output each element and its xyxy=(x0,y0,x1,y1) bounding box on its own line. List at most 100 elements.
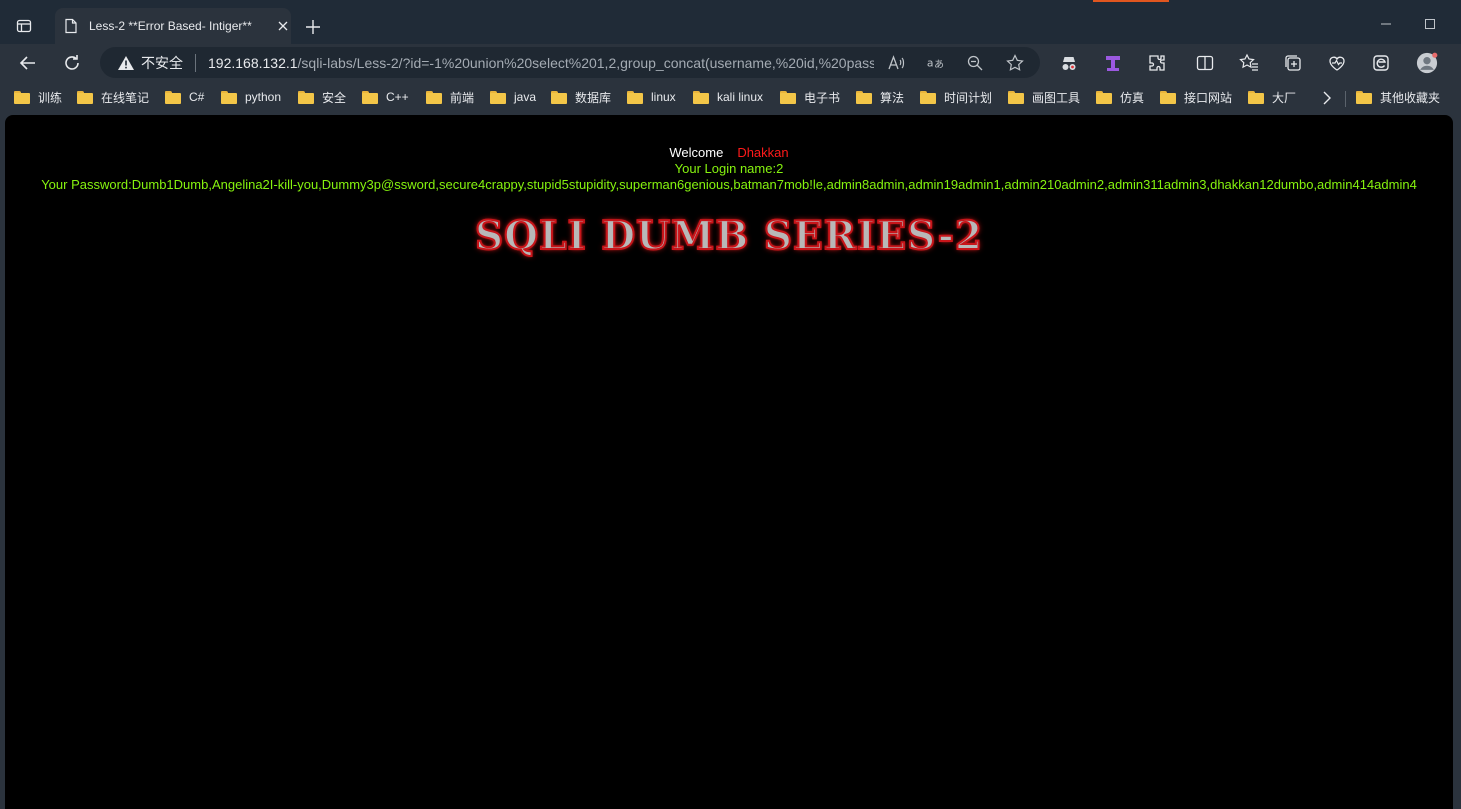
folder-icon xyxy=(780,90,796,104)
folder-icon xyxy=(14,90,30,104)
chevron-right-icon[interactable] xyxy=(1318,89,1336,107)
bookmark-label: 画图工具 xyxy=(1032,90,1081,105)
bookmark-label: 时间计划 xyxy=(944,90,993,105)
bookmark-label: python xyxy=(245,90,282,104)
login-name-text: Your Login name:2 xyxy=(674,161,784,176)
folder-icon xyxy=(1356,90,1372,104)
url-text[interactable]: 192.168.132.1/sqli-labs/Less-2/?id=-1%20… xyxy=(208,55,874,71)
collections-icon[interactable] xyxy=(1282,52,1304,74)
extension-purple-icon[interactable] xyxy=(1102,52,1124,74)
title-bar: Less-2 **Error Based- Intiger** xyxy=(0,0,1461,44)
welcome-line: Welcome Dhakkan xyxy=(5,145,1453,160)
folder-icon xyxy=(77,90,93,104)
profile-avatar-icon[interactable] xyxy=(1416,52,1438,74)
folder-icon xyxy=(856,90,872,104)
bookmark-folder[interactable]: 仿真 xyxy=(1096,88,1144,106)
bookmark-folder[interactable]: kali linux xyxy=(693,88,763,106)
extensions-icon[interactable] xyxy=(1146,52,1168,74)
password-text: Your Password:Dumb1Dumb,Angelina2I-kill-… xyxy=(41,177,1417,192)
bookmark-folder[interactable]: 接口网站 xyxy=(1160,88,1232,106)
page-viewport: Welcome Dhakkan Your Login name:2 Your Pa… xyxy=(5,115,1453,809)
other-bookmarks-folder[interactable]: 其他收藏夹 xyxy=(1356,88,1440,106)
bookmark-label: kali linux xyxy=(717,90,764,104)
split-screen-icon[interactable] xyxy=(1194,52,1216,74)
folder-icon xyxy=(490,90,506,104)
new-tab-icon[interactable] xyxy=(302,16,324,38)
folder-icon xyxy=(426,90,442,104)
folder-icon xyxy=(920,90,936,104)
translate-icon[interactable]: aあ xyxy=(926,54,944,72)
bookmarks-bar: 训练 在线笔记 C# python 安全 C++ 前端 java 数据库 lin… xyxy=(0,82,1461,112)
minimize-icon[interactable] xyxy=(1376,14,1396,34)
window-accent xyxy=(1093,0,1169,2)
svg-text:あ: あ xyxy=(934,59,944,71)
bookmark-folder[interactable]: 训练 xyxy=(14,88,62,106)
bookmark-label: 电子书 xyxy=(804,90,841,105)
tab-actions-icon[interactable] xyxy=(12,14,36,38)
bookmark-label: C++ xyxy=(386,90,409,104)
tab-title: Less-2 **Error Based- Intiger** xyxy=(89,19,252,33)
read-aloud-icon[interactable] xyxy=(887,54,905,72)
refresh-icon[interactable] xyxy=(60,51,84,75)
folder-icon xyxy=(221,90,237,104)
welcome-label: Welcome xyxy=(669,145,724,160)
other-bookmarks-label: 其他收藏夹 xyxy=(1380,90,1441,105)
page-icon xyxy=(63,18,79,34)
security-label[interactable]: 不安全 xyxy=(141,53,183,73)
bookmark-label: 前端 xyxy=(450,90,475,105)
bookmark-label: 数据库 xyxy=(575,90,612,105)
bookmark-label: 仿真 xyxy=(1120,90,1145,105)
warning-icon[interactable] xyxy=(117,54,135,72)
back-icon[interactable] xyxy=(16,51,40,75)
zoom-icon[interactable] xyxy=(966,54,984,72)
bookmark-label: 大厂 xyxy=(1272,90,1297,105)
folder-icon xyxy=(1008,90,1024,104)
svg-text:a: a xyxy=(927,57,934,70)
browser-essentials-icon[interactable] xyxy=(1326,52,1348,74)
toolbar: 不安全 192.168.132.1/sqli-labs/Less-2/?id=-… xyxy=(0,44,1461,82)
extension-incognito-icon[interactable] xyxy=(1058,52,1080,74)
bookmark-folder[interactable]: 时间计划 xyxy=(920,88,992,106)
url-path: /sqli-labs/Less-2/?id=-1%20union%20selec… xyxy=(297,54,874,71)
bookmark-folder[interactable]: C# xyxy=(165,88,204,106)
folder-icon xyxy=(298,90,314,104)
welcome-user: Dhakkan xyxy=(737,145,789,160)
bookmark-separator xyxy=(1345,91,1346,107)
bookmark-label: 接口网站 xyxy=(1184,90,1233,105)
folder-icon xyxy=(362,90,378,104)
address-bar[interactable]: 不安全 192.168.132.1/sqli-labs/Less-2/?id=-… xyxy=(100,47,1040,78)
bookmark-folder[interactable]: java xyxy=(490,88,536,106)
maximize-icon[interactable] xyxy=(1420,14,1440,34)
bookmark-folder[interactable]: 大厂 xyxy=(1248,88,1296,106)
url-host: 192.168.132.1 xyxy=(208,54,298,71)
page-banner: SQLI DUMB SERIES-2 xyxy=(474,212,984,260)
bookmark-label: 在线笔记 xyxy=(101,90,150,105)
address-separator xyxy=(195,53,196,72)
folder-icon xyxy=(551,90,567,104)
bookmark-label: 安全 xyxy=(322,90,347,105)
bookmark-label: C# xyxy=(189,90,205,104)
bookmark-folder[interactable]: 电子书 xyxy=(780,88,840,106)
bookmark-label: 算法 xyxy=(880,90,905,105)
bookmark-folder[interactable]: 前端 xyxy=(426,88,474,106)
folder-icon xyxy=(627,90,643,104)
bookmark-folder[interactable]: 数据库 xyxy=(551,88,611,106)
folder-icon xyxy=(1160,90,1176,104)
bookmark-folder[interactable]: python xyxy=(221,88,281,106)
bookmark-folder[interactable]: linux xyxy=(627,88,676,106)
edge-bar-icon[interactable] xyxy=(1370,52,1392,74)
browser-tab[interactable]: Less-2 **Error Based- Intiger** xyxy=(55,8,291,44)
bookmark-label: java xyxy=(514,90,537,104)
favorite-star-icon[interactable] xyxy=(1006,54,1024,72)
bookmark-label: linux xyxy=(651,90,676,104)
tab-close-icon[interactable] xyxy=(275,18,291,34)
bookmark-folder[interactable]: 算法 xyxy=(856,88,904,106)
bookmark-label: 训练 xyxy=(38,90,63,105)
bookmark-folder[interactable]: 在线笔记 xyxy=(77,88,149,106)
folder-icon xyxy=(693,90,709,104)
bookmark-folder[interactable]: C++ xyxy=(362,88,409,106)
bookmark-folder[interactable]: 安全 xyxy=(298,88,346,106)
folder-icon xyxy=(1248,90,1264,104)
favorites-icon[interactable] xyxy=(1238,52,1260,74)
bookmark-folder[interactable]: 画图工具 xyxy=(1008,88,1080,106)
